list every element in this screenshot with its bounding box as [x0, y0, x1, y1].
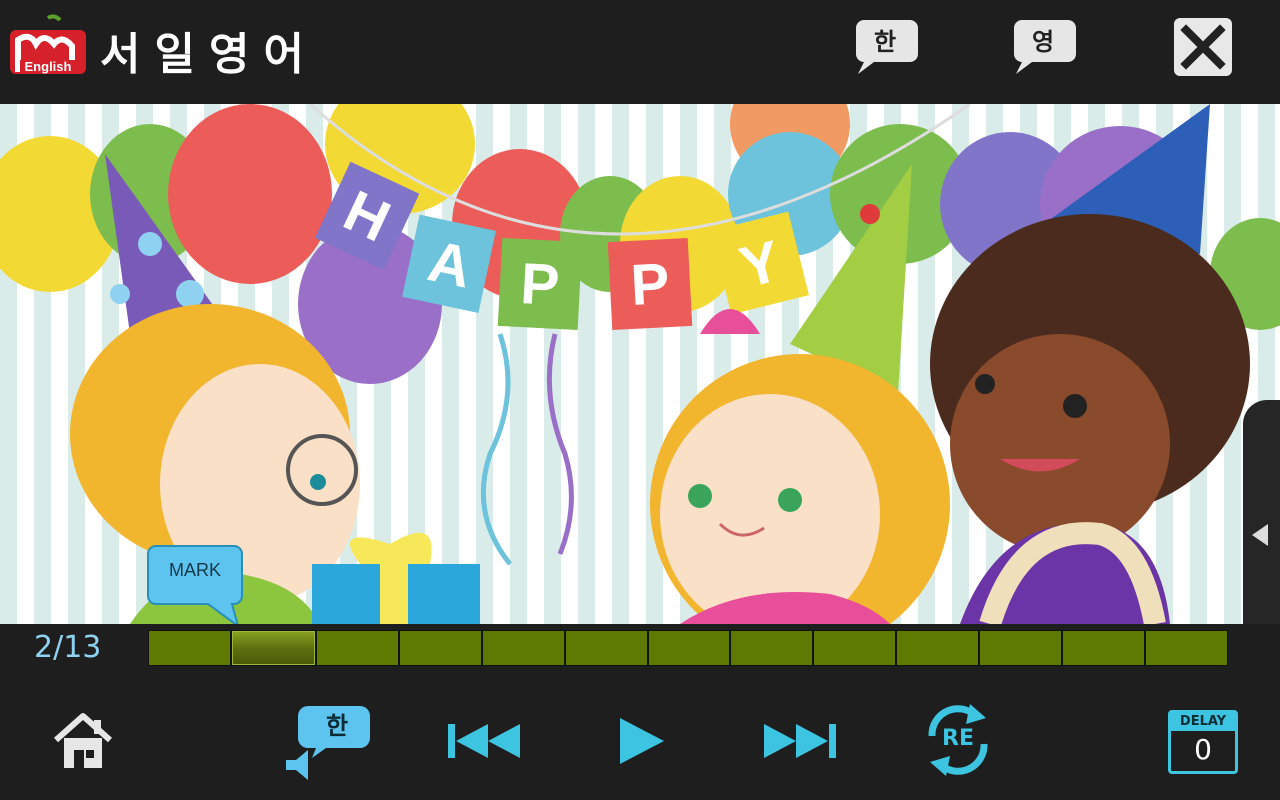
- header-bar: English 서일영어 한 영: [0, 0, 1280, 104]
- speaker-label: MARK: [168, 560, 221, 580]
- page-counter: 2/13: [34, 630, 102, 665]
- subtitle-language-label: 한: [325, 712, 349, 740]
- progress-segment-8[interactable]: [731, 631, 813, 665]
- story-scene[interactable]: H A P P Y MARK: [0, 104, 1280, 624]
- next-button[interactable]: [764, 722, 836, 760]
- progress-segment-12[interactable]: [1063, 631, 1145, 665]
- page-progress-track: [148, 630, 1228, 666]
- skip-forward-icon: [764, 724, 836, 758]
- side-panel-toggle[interactable]: [1243, 400, 1280, 624]
- progress-segment-13[interactable]: [1146, 631, 1227, 665]
- replay-button[interactable]: RE: [920, 700, 996, 780]
- delay-value: 0: [1194, 733, 1212, 766]
- close-button[interactable]: [1174, 18, 1232, 76]
- progress-segment-9[interactable]: [814, 631, 896, 665]
- skip-back-icon: [448, 724, 520, 758]
- home-button[interactable]: [52, 710, 114, 772]
- speech-bubble-icon: [147, 545, 243, 624]
- korean-language-label: 한: [873, 28, 897, 56]
- chevron-left-icon: [1252, 524, 1268, 546]
- progress-segment-3[interactable]: [316, 631, 398, 665]
- app-title: 서일영어: [100, 29, 318, 80]
- logo-text: English: [25, 59, 72, 74]
- progress-segment-7[interactable]: [648, 631, 730, 665]
- korean-language-button[interactable]: 한: [854, 16, 920, 76]
- home-icon: [54, 713, 112, 768]
- play-icon: [620, 718, 664, 764]
- progress-segment-4[interactable]: [399, 631, 481, 665]
- delay-label: DELAY: [1171, 713, 1235, 731]
- subtitle-language-button[interactable]: 한: [282, 702, 372, 782]
- close-icon: [1180, 24, 1226, 70]
- speaker-bubble[interactable]: MARK: [146, 538, 246, 624]
- progress-segment-5[interactable]: [482, 631, 564, 665]
- banner-letter-3: P: [519, 251, 561, 318]
- playback-controls: 한 RE DELAY 0: [0, 670, 1280, 800]
- progress-segment-11[interactable]: [980, 631, 1062, 665]
- progress-segment-10[interactable]: [897, 631, 979, 665]
- previous-button[interactable]: [448, 722, 520, 760]
- replay-label: RE: [942, 726, 974, 751]
- app-window: English 서일영어 한 영 H A P P Y MARK 2/13 한 R…: [0, 0, 1280, 800]
- progress-segment-2[interactable]: [231, 631, 315, 665]
- progress-segment-1[interactable]: [149, 631, 230, 665]
- progress-segment-6[interactable]: [565, 631, 647, 665]
- play-button[interactable]: [618, 716, 666, 766]
- app-logo: English: [10, 14, 86, 74]
- english-language-label: 영: [1031, 28, 1055, 56]
- banner-letter-4: P: [629, 251, 671, 318]
- english-language-button[interactable]: 영: [1012, 16, 1078, 76]
- delay-setting-button[interactable]: DELAY 0: [1168, 710, 1238, 774]
- progress-row: 2/13: [0, 624, 1280, 670]
